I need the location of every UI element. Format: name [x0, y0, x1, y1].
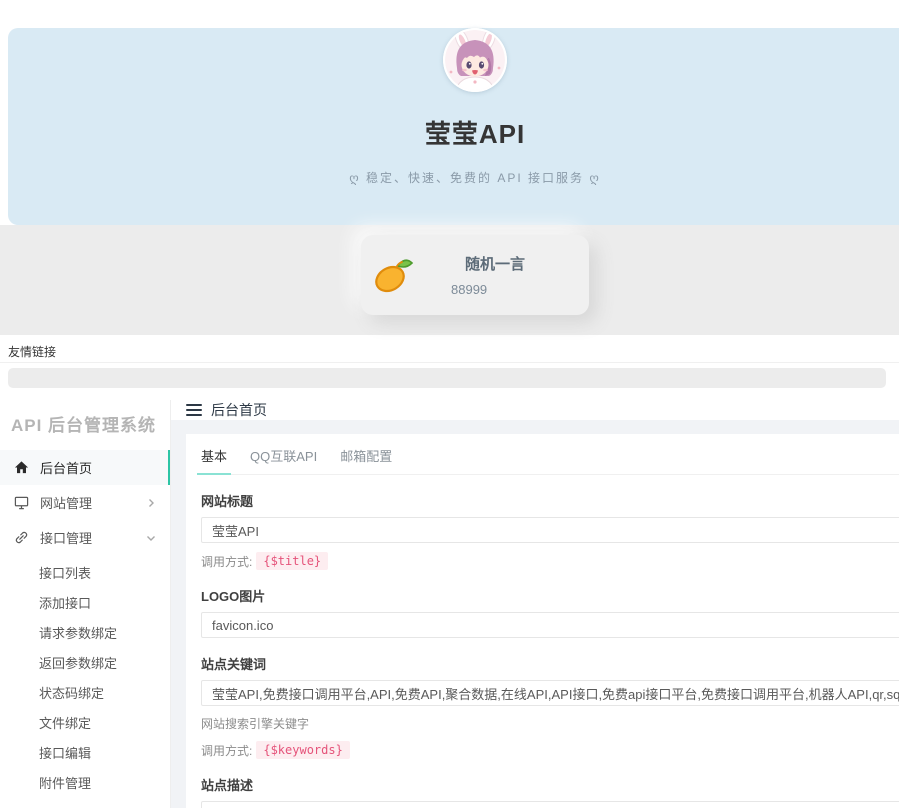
call-method-label: 调用方式:	[201, 553, 252, 570]
admin-brand: API 后台管理系统	[0, 400, 170, 450]
logo-label: LOGO图片	[201, 586, 899, 605]
section-spacer	[0, 388, 899, 400]
admin-sidebar: API 后台管理系统 后台首页 网站管理 接口管理	[0, 400, 171, 808]
chevron-down-icon	[146, 533, 156, 543]
hero-banner: 莹莹API ღ 稳定、快速、免费的 API 接口服务 ღ	[8, 28, 899, 225]
api-card-hitokoto[interactable]: 随机一言 88999	[361, 235, 589, 315]
site-subtitle: ღ 稳定、快速、免费的 API 接口服务 ღ	[8, 169, 899, 186]
keywords-input[interactable]	[201, 680, 899, 706]
sidebar-item-label: 接口管理	[40, 528, 146, 547]
sidebar-subitem-return-params[interactable]: 返回参数绑定	[0, 649, 170, 679]
sidebar-item-interfaces[interactable]: 接口管理	[0, 520, 170, 555]
tab-basic[interactable]: 基本	[201, 446, 227, 474]
admin-panel: API 后台管理系统 后台首页 网站管理 接口管理	[0, 400, 899, 808]
tab-mail-config[interactable]: 邮箱配置	[340, 446, 392, 474]
sidebar-item-website[interactable]: 网站管理	[0, 485, 170, 520]
sidebar-item-label: 网站管理	[40, 493, 146, 512]
link-icon	[14, 530, 29, 545]
sidebar-item-label: 后台首页	[40, 458, 156, 477]
settings-tabs: 基本 QQ互联API 邮箱配置	[201, 446, 899, 475]
hero-section: 莹莹API ღ 稳定、快速、免费的 API 接口服务 ღ	[0, 0, 899, 225]
site-title-input[interactable]	[201, 517, 899, 543]
anime-girl-avatar-icon	[443, 28, 507, 92]
friend-links-empty-row	[8, 368, 886, 388]
settings-card: 基本 QQ互联API 邮箱配置 网站标题 调用方式: {$title} LOGO…	[186, 434, 899, 808]
sidebar-item-friend-links[interactable]: 友链管理	[0, 799, 170, 808]
sidebar-subitem-api-edit[interactable]: 接口编辑	[0, 739, 170, 769]
keywords-call-help: 调用方式: {$keywords}	[201, 741, 899, 759]
keywords-code-badge: {$keywords}	[256, 741, 349, 759]
hamburger-icon[interactable]	[186, 401, 202, 419]
chevron-right-icon	[146, 498, 156, 508]
title-call-help: 调用方式: {$title}	[201, 552, 899, 570]
sidebar-subitem-request-params[interactable]: 请求参数绑定	[0, 619, 170, 649]
friend-links-heading: 友情链接	[0, 335, 899, 363]
description-label: 站点描述	[201, 775, 899, 794]
sidebar-subitem-add-api[interactable]: 添加接口	[0, 589, 170, 619]
title-code-badge: {$title}	[256, 552, 328, 570]
sidebar-subitem-file-binding[interactable]: 文件绑定	[0, 709, 170, 739]
api-card-band: 随机一言 88999	[0, 225, 899, 335]
tab-qq-connect[interactable]: QQ互联API	[250, 446, 317, 474]
sidebar-item-dashboard[interactable]: 后台首页	[0, 450, 170, 485]
sidebar-subitem-api-list[interactable]: 接口列表	[0, 559, 170, 589]
logo-input[interactable]	[201, 612, 899, 638]
admin-main: 后台首页 基本 QQ互联API 邮箱配置 网站标题 调用方式: {$title}…	[171, 400, 899, 808]
api-card-count: 88999	[415, 282, 575, 297]
mango-icon	[369, 252, 415, 298]
home-icon	[14, 460, 29, 475]
sidebar-subitem-attachments[interactable]: 附件管理	[0, 769, 170, 799]
sidebar-subitem-status-codes[interactable]: 状态码绑定	[0, 679, 170, 709]
description-textarea[interactable]: 莹莹API是莹莹免费提供API数据接口调用服务平台 - 我们致力于为用户提供稳定…	[201, 801, 899, 808]
site-title: 莹莹API	[8, 114, 899, 151]
call-method-label: 调用方式:	[201, 742, 252, 759]
keywords-help-text: 网站搜索引擎关键字	[201, 715, 899, 732]
breadcrumb: 后台首页	[211, 400, 267, 420]
admin-topbar: 后台首页	[171, 400, 899, 420]
api-card-body: 随机一言 88999	[415, 253, 589, 297]
sidebar-submenu-interfaces: 接口列表 添加接口 请求参数绑定 返回参数绑定 状态码绑定 文件绑定 接口编辑 …	[0, 555, 170, 799]
site-avatar	[443, 28, 507, 92]
monitor-icon	[14, 495, 29, 510]
api-card-title: 随机一言	[415, 253, 575, 274]
site-title-label: 网站标题	[201, 491, 899, 510]
page-root: 莹莹API ღ 稳定、快速、免费的 API 接口服务 ღ 随机一言 88999 …	[0, 0, 899, 808]
keywords-label: 站点关键词	[201, 654, 899, 673]
